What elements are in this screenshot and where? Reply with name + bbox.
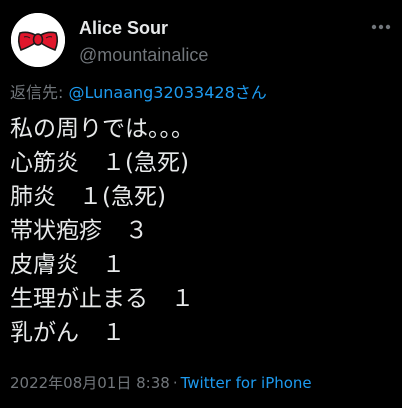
tweet-line: 帯状疱疹 ３ [10, 218, 148, 244]
user-handle[interactable]: @mountainalice [79, 44, 208, 66]
reply-prefix: 返信先: [10, 83, 69, 102]
tweet-line: 私の周りでは。。。 [10, 116, 194, 142]
avatar[interactable] [11, 13, 65, 67]
hello-kitty-bow-avatar-icon [11, 13, 65, 67]
timestamp-link[interactable]: 2022年08月01日 8:38 [10, 374, 170, 392]
tweet-text: 私の周りでは。。。 心筋炎 １(急死) 肺炎 １(急死) 帯状疱疹 ３ 皮膚炎 … [10, 112, 398, 350]
tweet-line: 肺炎 １(急死) [10, 184, 166, 210]
display-name[interactable]: Alice Sour [79, 17, 168, 39]
reply-context: 返信先: @Lunaang32033428さん [10, 82, 267, 104]
more-button[interactable] [370, 16, 392, 38]
source-link[interactable]: Twitter for iPhone [181, 374, 312, 392]
tweet-meta: 2022年08月01日 8:38 · Twitter for iPhone [10, 372, 312, 394]
reply-mention-link[interactable]: @Lunaang32033428 [68, 83, 234, 102]
more-horizontal-icon [371, 24, 391, 30]
meta-separator: · [172, 374, 178, 392]
tweet-line: 心筋炎 １(急死) [10, 150, 189, 176]
tweet-line: 乳がん １ [10, 320, 125, 346]
reply-suffix: さん [234, 83, 267, 102]
tweet-line: 皮膚炎 １ [10, 252, 125, 278]
tweet-line: 生理が止まる １ [10, 286, 194, 312]
tweet-card: Alice Sour @mountainalice 返信先: @Lunaang3… [0, 0, 402, 408]
